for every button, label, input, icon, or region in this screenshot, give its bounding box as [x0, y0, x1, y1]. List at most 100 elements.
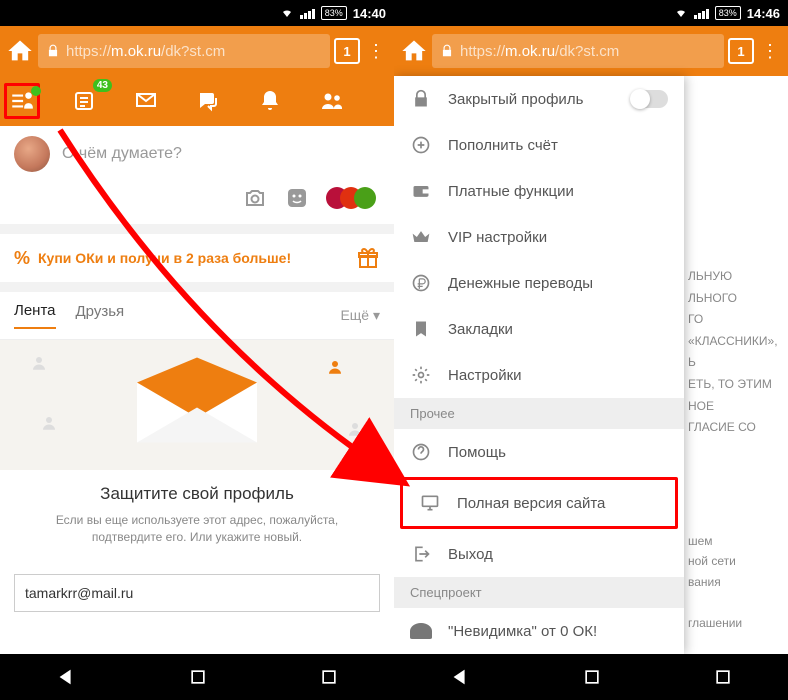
- crown-icon: [410, 226, 432, 248]
- help-icon: [410, 441, 432, 463]
- gear-icon: [410, 364, 432, 386]
- phone-right: 83% 14:46 https://m.ok.ru/dk?st.cm 1 ⋮ Л…: [394, 0, 788, 700]
- camera-icon[interactable]: [242, 186, 268, 210]
- plus-circle-icon: [410, 134, 432, 156]
- home-icon[interactable]: [400, 37, 428, 65]
- battery-icon: 83%: [321, 6, 347, 20]
- hat-icon: [410, 620, 432, 642]
- email-field[interactable]: tamarkrr@mail.ru: [14, 574, 380, 612]
- url-host: m.ok.ru: [111, 43, 161, 60]
- kebab-menu-icon[interactable]: ⋮: [758, 41, 782, 62]
- home-nav-icon[interactable]: [188, 667, 208, 687]
- statusbar: 83% 14:40: [0, 0, 394, 26]
- drawer-section-spec: Спецпроект: [394, 577, 684, 608]
- drawer-transfers[interactable]: Денежные переводы: [394, 260, 684, 306]
- android-navbar: [394, 654, 788, 700]
- menu-button[interactable]: [4, 83, 40, 119]
- drawer-item-label: Полная версия сайта: [457, 495, 605, 512]
- feed-badge: 43: [93, 79, 112, 92]
- ok-toolbar: 43: [0, 76, 394, 126]
- notifications-button[interactable]: [252, 83, 288, 119]
- home-icon[interactable]: [6, 37, 34, 65]
- clock: 14:40: [353, 6, 386, 21]
- ruble-icon: [410, 272, 432, 294]
- bg-text-lower: шем ной сети вания глашении: [688, 531, 778, 633]
- wifi-icon: [280, 7, 294, 19]
- url-box[interactable]: https://m.ok.ru/dk?st.cm: [432, 34, 724, 68]
- sticker-icon[interactable]: [284, 186, 310, 210]
- recents-icon[interactable]: [713, 667, 733, 687]
- drawer-item-label: Закрытый профиль: [448, 91, 583, 108]
- drawer-bookmarks[interactable]: Закладки: [394, 306, 684, 352]
- compose-actions: [0, 182, 394, 224]
- discussions-button[interactable]: [190, 83, 226, 119]
- protect-desc: Если вы еще используете этот адрес, пожа…: [20, 512, 374, 546]
- browser-bar: https://m.ok.ru/dk?st.cm 1 ⋮: [0, 26, 394, 76]
- back-icon[interactable]: [449, 666, 471, 688]
- statusbar: 83% 14:46: [394, 0, 788, 26]
- drawer-item-label: Денежные переводы: [448, 275, 593, 292]
- promo-text: Купи ОКи и получи в 2 раза больше!: [38, 250, 291, 266]
- drawer-item-label: Настройки: [448, 367, 522, 384]
- signal-icon: [694, 7, 709, 19]
- drawer-invisible[interactable]: "Невидимка" от 0 ОК!: [394, 608, 684, 654]
- drawer-section-other: Прочее: [394, 398, 684, 429]
- color-dots-icon[interactable]: [326, 187, 376, 209]
- tab-more[interactable]: Ещё ▾: [340, 307, 380, 324]
- browser-bar: https://m.ok.ru/dk?st.cm 1 ⋮: [394, 26, 788, 76]
- drawer-paid[interactable]: Платные функции: [394, 168, 684, 214]
- url-path: /dk?st.cm: [161, 43, 225, 60]
- phone-left: 83% 14:40 https://m.ok.ru/dk?st.cm 1 ⋮ 4…: [0, 0, 394, 700]
- compose-row[interactable]: О чём думаете?: [0, 126, 394, 182]
- drawer-fullsite[interactable]: Полная версия сайта: [400, 477, 678, 529]
- lock-icon: [410, 88, 432, 110]
- wallet-icon: [410, 180, 432, 202]
- messages-button[interactable]: [128, 83, 164, 119]
- drawer-item-label: Платные функции: [448, 183, 574, 200]
- drawer-settings[interactable]: Настройки: [394, 352, 684, 398]
- signal-icon: [300, 7, 315, 19]
- bookmark-icon: [410, 318, 432, 340]
- url-path: /dk?st.cm: [555, 43, 619, 60]
- drawer-item-label: VIP настройки: [448, 229, 547, 246]
- android-navbar: [0, 654, 394, 700]
- protect-card: Защитите свой профиль Если вы еще исполь…: [0, 470, 394, 560]
- drawer-private-profile[interactable]: Закрытый профиль: [394, 76, 684, 122]
- drawer-exit[interactable]: Выход: [394, 531, 684, 577]
- drawer-help[interactable]: Помощь: [394, 429, 684, 475]
- drawer-vip[interactable]: VIP настройки: [394, 214, 684, 260]
- avatar[interactable]: [14, 136, 50, 172]
- tab-druzya[interactable]: Друзья: [76, 303, 125, 328]
- drawer-menu: Закрытый профиль Пополнить счёт Платные …: [394, 76, 684, 654]
- monitor-icon: [419, 492, 441, 514]
- bg-text-upper: ЛЬНУЮ ЛЬНОГО ГО «КЛАССНИКИ», Ь ЕТЬ, ТО Э…: [688, 266, 778, 439]
- drawer-item-label: Помощь: [448, 444, 506, 461]
- friends-button[interactable]: [314, 83, 350, 119]
- kebab-menu-icon[interactable]: ⋮: [364, 41, 388, 62]
- gift-icon: [356, 246, 380, 270]
- url-scheme: https://: [460, 43, 505, 60]
- url-host: m.ok.ru: [505, 43, 555, 60]
- battery-icon: 83%: [715, 6, 741, 20]
- feed-button[interactable]: 43: [66, 83, 102, 119]
- drawer-topup[interactable]: Пополнить счёт: [394, 122, 684, 168]
- percent-icon: %: [14, 248, 30, 269]
- exit-icon: [410, 543, 432, 565]
- promo-banner[interactable]: % Купи ОКи и получи в 2 раза больше!: [0, 234, 394, 282]
- compose-placeholder: О чём думаете?: [62, 145, 182, 163]
- envelope-icon: [117, 353, 277, 458]
- toggle-switch[interactable]: [632, 90, 668, 108]
- url-box[interactable]: https://m.ok.ru/dk?st.cm: [38, 34, 330, 68]
- feed-tabs: Лента Друзья Ещё ▾: [0, 292, 394, 340]
- back-icon[interactable]: [55, 666, 77, 688]
- tabs-button[interactable]: 1: [728, 38, 754, 64]
- home-nav-icon[interactable]: [582, 667, 602, 687]
- lock-icon: [440, 44, 454, 58]
- drawer-item-label: Закладки: [448, 321, 513, 338]
- recents-icon[interactable]: [319, 667, 339, 687]
- online-dot-icon: [31, 86, 41, 96]
- tabs-button[interactable]: 1: [334, 38, 360, 64]
- protect-title: Защитите свой профиль: [20, 484, 374, 504]
- tab-lenta[interactable]: Лента: [14, 302, 56, 329]
- drawer-item-label: Выход: [448, 546, 493, 563]
